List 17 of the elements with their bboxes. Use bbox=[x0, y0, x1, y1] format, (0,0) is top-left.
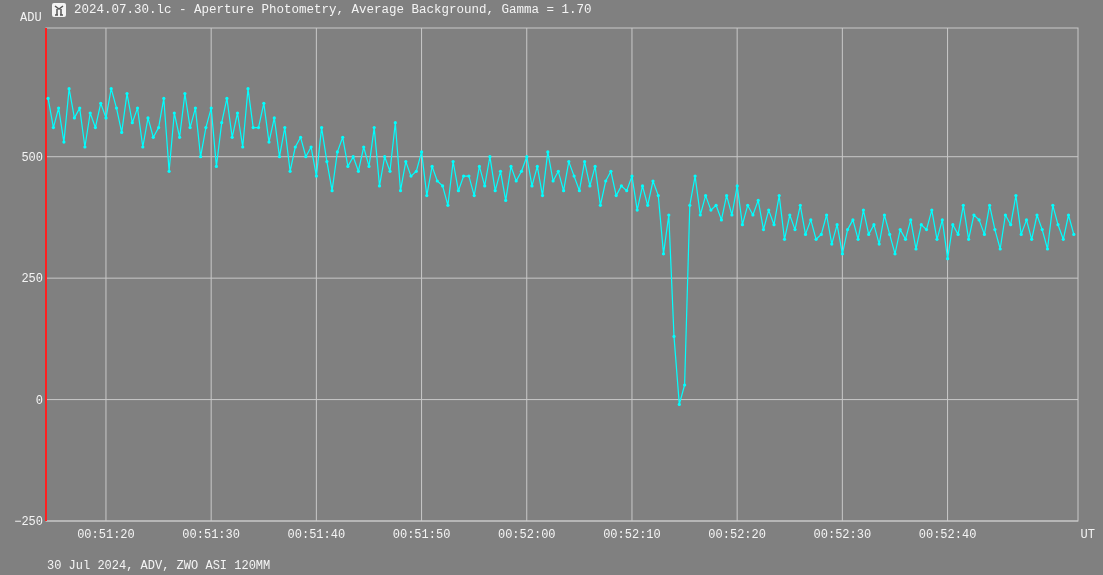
tick-label: 250 bbox=[21, 272, 43, 287]
tick-label: 00:52:10 bbox=[603, 528, 661, 542]
tick-label: 00:51:50 bbox=[392, 528, 451, 542]
axis-label: ADU bbox=[20, 11, 42, 25]
window-title: 2024.07.30.lc - Aperture Photometry, Average Background, Gamma = 1.70 bbox=[74, 3, 592, 17]
tick-label: 00:52:20 bbox=[708, 528, 766, 542]
tick-label: 0 bbox=[35, 393, 43, 408]
tick-label: 00:52:30 bbox=[813, 528, 872, 542]
tick-label: 00:52:00 bbox=[497, 528, 556, 542]
tick-label: 00:51:20 bbox=[77, 528, 135, 542]
tick-label: −250 bbox=[14, 515, 43, 529]
tick-label: 00:52:40 bbox=[918, 528, 977, 542]
caption-text: 30 Jul 2024, ADV, ZWO ASI 120MM bbox=[47, 559, 271, 573]
tick-label: 500 bbox=[21, 150, 43, 165]
tick-label: 00:51:30 bbox=[182, 528, 240, 542]
axis-label: UT bbox=[1080, 528, 1095, 542]
tick-label: 00:51:40 bbox=[287, 528, 346, 542]
